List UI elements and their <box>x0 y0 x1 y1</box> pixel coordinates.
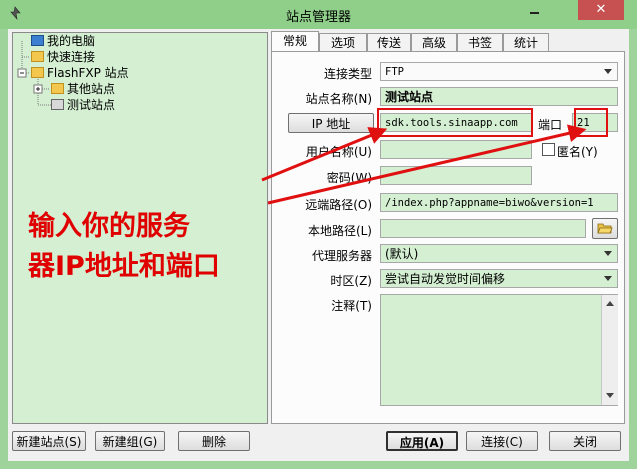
arrow-to-ip <box>261 127 388 182</box>
arrow-to-port <box>267 124 587 205</box>
instruction-note: 输入你的服务 器IP地址和端口 <box>28 211 220 282</box>
